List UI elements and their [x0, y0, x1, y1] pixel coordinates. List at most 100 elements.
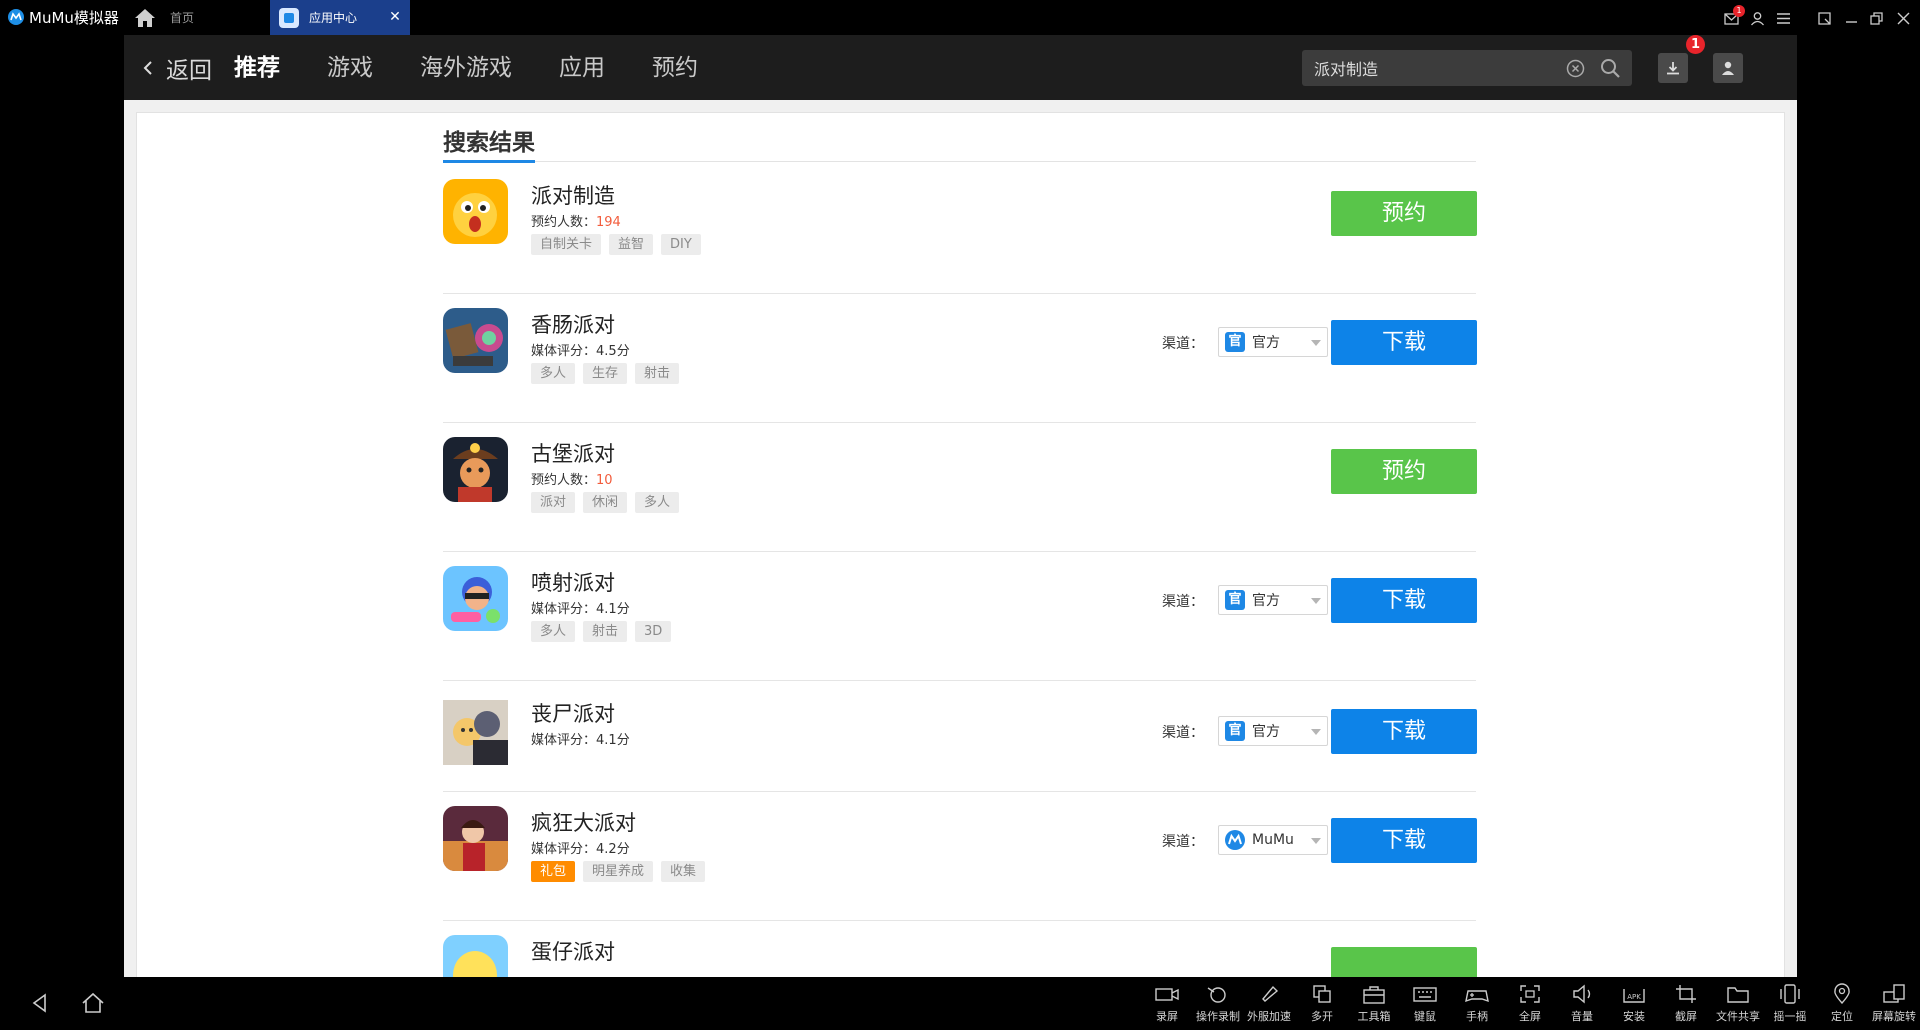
- tool-label: 外服加速: [1247, 1010, 1291, 1023]
- download-button[interactable]: 下载: [1331, 818, 1477, 863]
- menu-button[interactable]: [1775, 9, 1792, 27]
- tag[interactable]: 休闲: [583, 492, 628, 513]
- emulator-toolbar: 录屏 操作录制 外服加速 多开 工具箱 键鼠 手柄 全屏 音量 APK 安装 截…: [0, 977, 1920, 1030]
- nav-tab-apps[interactable]: 应用: [559, 52, 605, 84]
- party-maker-icon[interactable]: [443, 179, 508, 244]
- app-name[interactable]: 古堡派对: [531, 438, 615, 468]
- channel-select[interactable]: MuMu: [1218, 825, 1328, 855]
- overseas-accelerate-button[interactable]: 外服加速: [1245, 983, 1293, 1027]
- app-name[interactable]: 疯狂大派对: [531, 807, 636, 837]
- nav-tab-overseas-games[interactable]: 海外游戏: [420, 52, 512, 84]
- speaker-icon: [1573, 984, 1591, 1004]
- download-button[interactable]: 下载: [1331, 709, 1477, 754]
- account-button[interactable]: [1749, 9, 1766, 27]
- tag-list: 自制关卡 益智 DIY: [531, 234, 709, 255]
- multi-instance-button[interactable]: 多开: [1298, 983, 1346, 1027]
- tag[interactable]: 明星养成: [583, 861, 654, 882]
- minimize-button[interactable]: [1843, 9, 1860, 27]
- channel-select[interactable]: 官 官方: [1218, 716, 1328, 746]
- restore-button[interactable]: [1868, 9, 1885, 27]
- tab-app-center[interactable]: 应用中心 ✕: [270, 0, 410, 35]
- chevron-down-icon: [1311, 340, 1321, 346]
- mumu-channel-icon: [1225, 830, 1245, 850]
- zombie-party-icon[interactable]: [443, 700, 508, 765]
- tag[interactable]: 射击: [583, 621, 628, 642]
- reserve-button[interactable]: 预约: [1331, 191, 1477, 236]
- tag[interactable]: 派对: [531, 492, 576, 513]
- file-share-button[interactable]: 文件共享: [1714, 983, 1762, 1027]
- download-button[interactable]: 下载: [1331, 320, 1477, 365]
- tag[interactable]: DIY: [661, 234, 701, 255]
- tag[interactable]: 收集: [661, 861, 706, 882]
- nav-tab-reserve[interactable]: 预约: [652, 52, 698, 84]
- tag[interactable]: 自制关卡: [531, 234, 602, 255]
- volume-button[interactable]: 音量: [1558, 983, 1606, 1027]
- screenshot-button[interactable]: 截屏: [1662, 983, 1710, 1027]
- app-name[interactable]: 香肠派对: [531, 309, 615, 339]
- tag[interactable]: 益智: [609, 234, 654, 255]
- gift-pack-tag[interactable]: 礼包: [531, 861, 576, 882]
- splash-party-icon[interactable]: [443, 566, 508, 631]
- gamepad-button[interactable]: 手柄: [1453, 983, 1501, 1027]
- meta-label: 预约人数：: [531, 473, 597, 488]
- result-row: 古堡派对 预约人数：10 派对 休闲 多人 预约: [443, 424, 1477, 552]
- sausage-party-icon[interactable]: [443, 308, 508, 373]
- reserve-button[interactable]: [1331, 947, 1477, 977]
- search-icon[interactable]: [1600, 58, 1621, 79]
- search-results-panel: 搜索结果 派对制造 预约人数：194 自制关卡 益智 DIY 预约 香肠派对 媒…: [136, 112, 1785, 977]
- install-apk-button[interactable]: APK 安装: [1610, 983, 1658, 1027]
- media-rating: 4.5分: [596, 344, 630, 359]
- back-label: 返回: [166, 58, 212, 84]
- close-tab-icon[interactable]: ✕: [386, 8, 404, 26]
- search-input[interactable]: [1314, 56, 1544, 80]
- tag[interactable]: 3D: [635, 621, 672, 642]
- clear-search-icon[interactable]: [1566, 59, 1585, 78]
- download-button[interactable]: 下载: [1331, 578, 1477, 623]
- close-window-button[interactable]: [1895, 9, 1912, 27]
- app-center-icon: [279, 7, 299, 28]
- nav-tab-recommend[interactable]: 推荐: [234, 52, 280, 84]
- macro-record-icon: [1207, 987, 1226, 1003]
- back-button[interactable]: 返回: [142, 52, 212, 84]
- official-channel-icon: 官: [1225, 332, 1245, 352]
- rotate-screen-button[interactable]: 屏幕旋转: [1870, 983, 1918, 1027]
- eggy-party-icon[interactable]: [443, 935, 508, 977]
- reservation-count: 194: [596, 215, 621, 230]
- crazy-party-icon[interactable]: [443, 806, 508, 871]
- mail-button[interactable]: 1: [1723, 5, 1745, 27]
- fullscreen-button[interactable]: 全屏: [1506, 983, 1554, 1027]
- screen-record-button[interactable]: 录屏: [1143, 983, 1191, 1027]
- app-name[interactable]: 丧尸派对: [531, 698, 615, 728]
- castle-party-icon[interactable]: [443, 437, 508, 502]
- tag[interactable]: 射击: [635, 363, 680, 384]
- profile-button[interactable]: [1713, 53, 1743, 83]
- channel-label: 渠道：: [1162, 725, 1204, 741]
- official-channel-icon: 官: [1225, 590, 1245, 610]
- channel-select[interactable]: 官 官方: [1218, 585, 1328, 615]
- keyboard-icon: [1413, 987, 1437, 1002]
- macro-record-button[interactable]: 操作录制: [1194, 983, 1242, 1027]
- tag[interactable]: 多人: [531, 363, 576, 384]
- home-icon[interactable]: [80, 991, 106, 1015]
- official-channel-icon: 官: [1225, 721, 1245, 741]
- channel-select[interactable]: 官 官方: [1218, 327, 1328, 357]
- keymap-button[interactable]: 键鼠: [1401, 983, 1449, 1027]
- user-icon: [1751, 11, 1764, 25]
- reserve-button[interactable]: 预约: [1331, 449, 1477, 494]
- app-name: MuMu模拟器: [29, 8, 119, 27]
- download-manager-button[interactable]: [1658, 53, 1688, 83]
- location-button[interactable]: 定位: [1818, 983, 1866, 1027]
- tag[interactable]: 生存: [583, 363, 628, 384]
- pin-window-button[interactable]: [1816, 9, 1833, 27]
- app-name[interactable]: 喷射派对: [531, 567, 615, 597]
- fullscreen-icon: [1520, 985, 1540, 1003]
- tag[interactable]: 多人: [531, 621, 576, 642]
- app-name[interactable]: 派对制造: [531, 180, 615, 210]
- toolbox-button[interactable]: 工具箱: [1350, 983, 1398, 1027]
- shake-button[interactable]: 摇一摇: [1766, 983, 1814, 1027]
- back-triangle-icon[interactable]: [27, 991, 53, 1015]
- tab-home[interactable]: 首页: [134, 0, 194, 35]
- app-name[interactable]: 蛋仔派对: [531, 936, 615, 966]
- nav-tab-games[interactable]: 游戏: [327, 52, 373, 84]
- tag[interactable]: 多人: [635, 492, 680, 513]
